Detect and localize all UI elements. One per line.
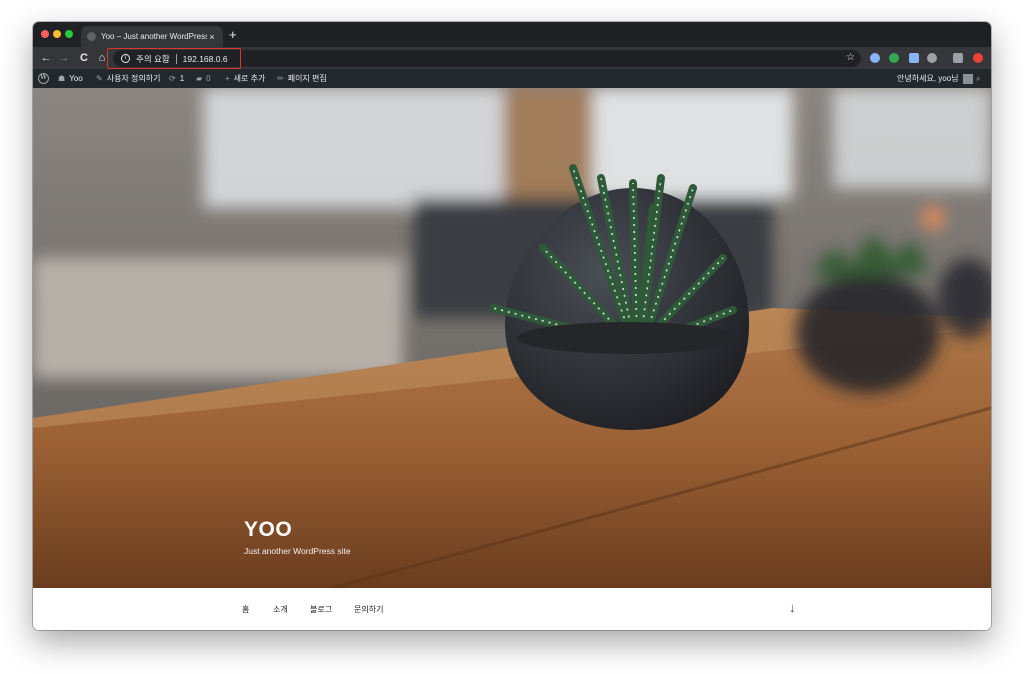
dashboard-icon: ☗ <box>58 74 66 83</box>
new-content-label: 새로 추가 <box>233 74 266 83</box>
nav-item-blog[interactable]: 블로그 <box>310 604 332 615</box>
comments-link[interactable]: ▰ 0 <box>196 69 211 88</box>
comments-count: 0 <box>206 74 211 83</box>
extension-3-icon[interactable] <box>909 53 919 63</box>
browser-toolbar: ← → C ⌂ i 주의 요함 192.168.0.6 ☆ <box>33 47 991 69</box>
tab-title: Yoo – Just another WordPress si <box>101 32 207 41</box>
my-account-menu[interactable]: 안녕하세요, yoo님 <box>897 69 973 88</box>
security-label: 주의 요함 <box>136 53 170 64</box>
scroll-down-arrow-icon[interactable]: ↓ <box>789 600 796 615</box>
search-toggle[interactable]: ⌕ <box>976 69 984 88</box>
tab-close-icon[interactable]: × <box>207 32 217 42</box>
updates-icon: ⟳ <box>169 74 176 83</box>
site-name-label: Yoo <box>69 74 83 83</box>
maximize-window-button[interactable] <box>65 30 73 38</box>
wordpress-favicon-icon <box>87 32 96 41</box>
profile-avatar-icon[interactable] <box>953 53 963 63</box>
url-text[interactable]: 192.168.0.6 <box>183 54 228 64</box>
nav-item-about[interactable]: 소개 <box>273 604 288 615</box>
wp-admin-bar: W ☗ Yoo ✎ 사용자 정의하기 ⟳ 1 ▰ 0 + 새로 추가 ✏ 페이지… <box>33 69 991 88</box>
bookmark-star-icon[interactable]: ☆ <box>846 52 855 63</box>
comment-bubble-icon: ▰ <box>196 74 203 83</box>
extension-1-icon[interactable] <box>870 53 880 63</box>
nav-item-home[interactable]: 홈 <box>242 604 249 615</box>
tab-strip: Yoo – Just another WordPress si × + <box>33 22 991 47</box>
new-content-menu[interactable]: + 새로 추가 <box>225 69 265 88</box>
plus-icon: + <box>225 74 230 83</box>
wordpress-logo-icon: W <box>38 73 49 84</box>
info-icon[interactable]: i <box>121 54 130 63</box>
brush-icon: ✎ <box>96 74 103 83</box>
nav-item-contact[interactable]: 문의하기 <box>354 604 383 615</box>
reload-icon[interactable]: C <box>77 51 91 65</box>
new-tab-button[interactable]: + <box>229 28 237 41</box>
updates-count: 1 <box>179 74 185 83</box>
updates-link[interactable]: ⟳ 1 <box>169 69 184 88</box>
extension-5-icon[interactable] <box>973 53 983 63</box>
minimize-window-button[interactable] <box>53 30 61 38</box>
edit-page-label: 페이지 편집 <box>287 74 327 83</box>
extension-4-icon[interactable] <box>927 53 937 63</box>
edit-page-link[interactable]: ✏ 페이지 편집 <box>277 69 327 88</box>
wp-logo-menu[interactable]: W <box>38 69 49 88</box>
customize-link[interactable]: ✎ 사용자 정의하기 <box>96 69 160 88</box>
site-tagline: Just another WordPress site <box>244 546 351 556</box>
search-icon: ⌕ <box>976 73 981 83</box>
tab-active[interactable]: Yoo – Just another WordPress si × <box>81 26 223 47</box>
site-navigation: 홈 소개 블로그 문의하기 ↓ <box>33 588 991 630</box>
site-title[interactable]: YOO <box>244 518 292 542</box>
home-icon[interactable]: ⌂ <box>95 51 109 65</box>
browser-window: Yoo – Just another WordPress si × + ← → … <box>33 22 991 630</box>
hero-header-image: YOO Just another WordPress site <box>33 88 991 588</box>
forward-arrow-icon[interactable]: → <box>57 51 71 65</box>
customize-label: 사용자 정의하기 <box>106 74 161 83</box>
address-divider <box>175 53 177 64</box>
succulent-plant-photo <box>33 88 991 588</box>
extension-2-icon[interactable] <box>889 53 899 63</box>
address-bar[interactable]: i 주의 요함 192.168.0.6 ☆ <box>113 50 861 67</box>
site-name-menu[interactable]: ☗ Yoo <box>58 69 83 88</box>
close-window-button[interactable] <box>41 30 49 38</box>
greeting-label: 안녕하세요, yoo님 <box>897 74 959 83</box>
pencil-icon: ✏ <box>277 74 284 83</box>
user-avatar <box>962 73 973 84</box>
back-arrow-icon[interactable]: ← <box>39 51 53 65</box>
